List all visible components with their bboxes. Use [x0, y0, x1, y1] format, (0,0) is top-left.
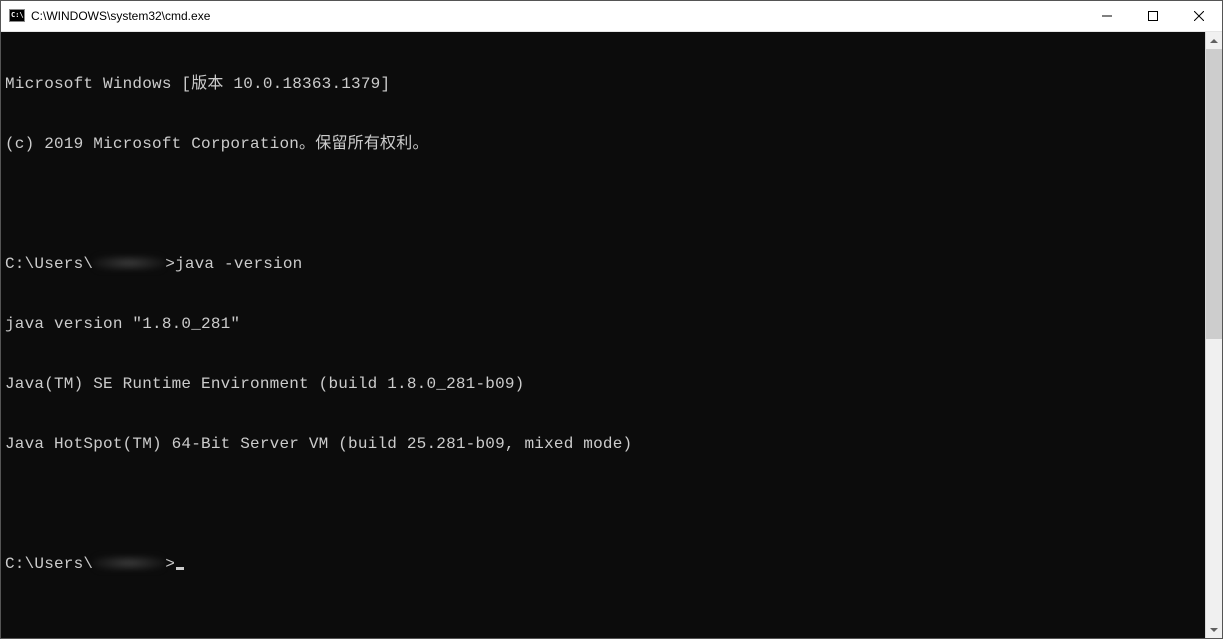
prompt-suffix: > — [165, 255, 175, 273]
terminal-output[interactable]: Microsoft Windows [版本 10.0.18363.1379] (… — [1, 32, 1205, 638]
vertical-scrollbar[interactable] — [1205, 32, 1222, 638]
titlebar[interactable]: C:\ C:\WINDOWS\system32\cmd.exe — [1, 1, 1222, 32]
window-title: C:\WINDOWS\system32\cmd.exe — [31, 9, 210, 23]
prompt-suffix: > — [165, 555, 175, 573]
cmd-icon: C:\ — [9, 8, 25, 24]
scroll-thumb[interactable] — [1206, 49, 1222, 339]
output-line — [5, 494, 1205, 514]
cursor — [176, 567, 184, 570]
minimize-button[interactable] — [1084, 1, 1130, 31]
scroll-up-button[interactable] — [1206, 32, 1222, 49]
output-line: java version "1.8.0_281" — [5, 314, 1205, 334]
prompt-line: C:\Users\ > — [5, 554, 1205, 574]
output-line — [5, 194, 1205, 214]
chevron-down-icon — [1210, 628, 1218, 632]
chevron-up-icon — [1210, 39, 1218, 43]
output-line: Java(TM) SE Runtime Environment (build 1… — [5, 374, 1205, 394]
command-text: java -version — [175, 255, 302, 273]
redacted-username — [93, 555, 165, 571]
scroll-down-button[interactable] — [1206, 621, 1222, 638]
prompt-prefix: C:\Users\ — [5, 255, 93, 273]
output-line: Java HotSpot(TM) 64-Bit Server VM (build… — [5, 434, 1205, 454]
prompt-line: C:\Users\ >java -version — [5, 254, 1205, 274]
client-area: Microsoft Windows [版本 10.0.18363.1379] (… — [1, 32, 1222, 638]
prompt-prefix: C:\Users\ — [5, 555, 93, 573]
redacted-username — [93, 255, 165, 271]
output-line: Microsoft Windows [版本 10.0.18363.1379] — [5, 74, 1205, 94]
close-button[interactable] — [1176, 1, 1222, 31]
titlebar-controls — [1084, 1, 1222, 31]
output-line: (c) 2019 Microsoft Corporation。保留所有权利。 — [5, 134, 1205, 154]
svg-text:C:\: C:\ — [11, 11, 24, 19]
maximize-button[interactable] — [1130, 1, 1176, 31]
